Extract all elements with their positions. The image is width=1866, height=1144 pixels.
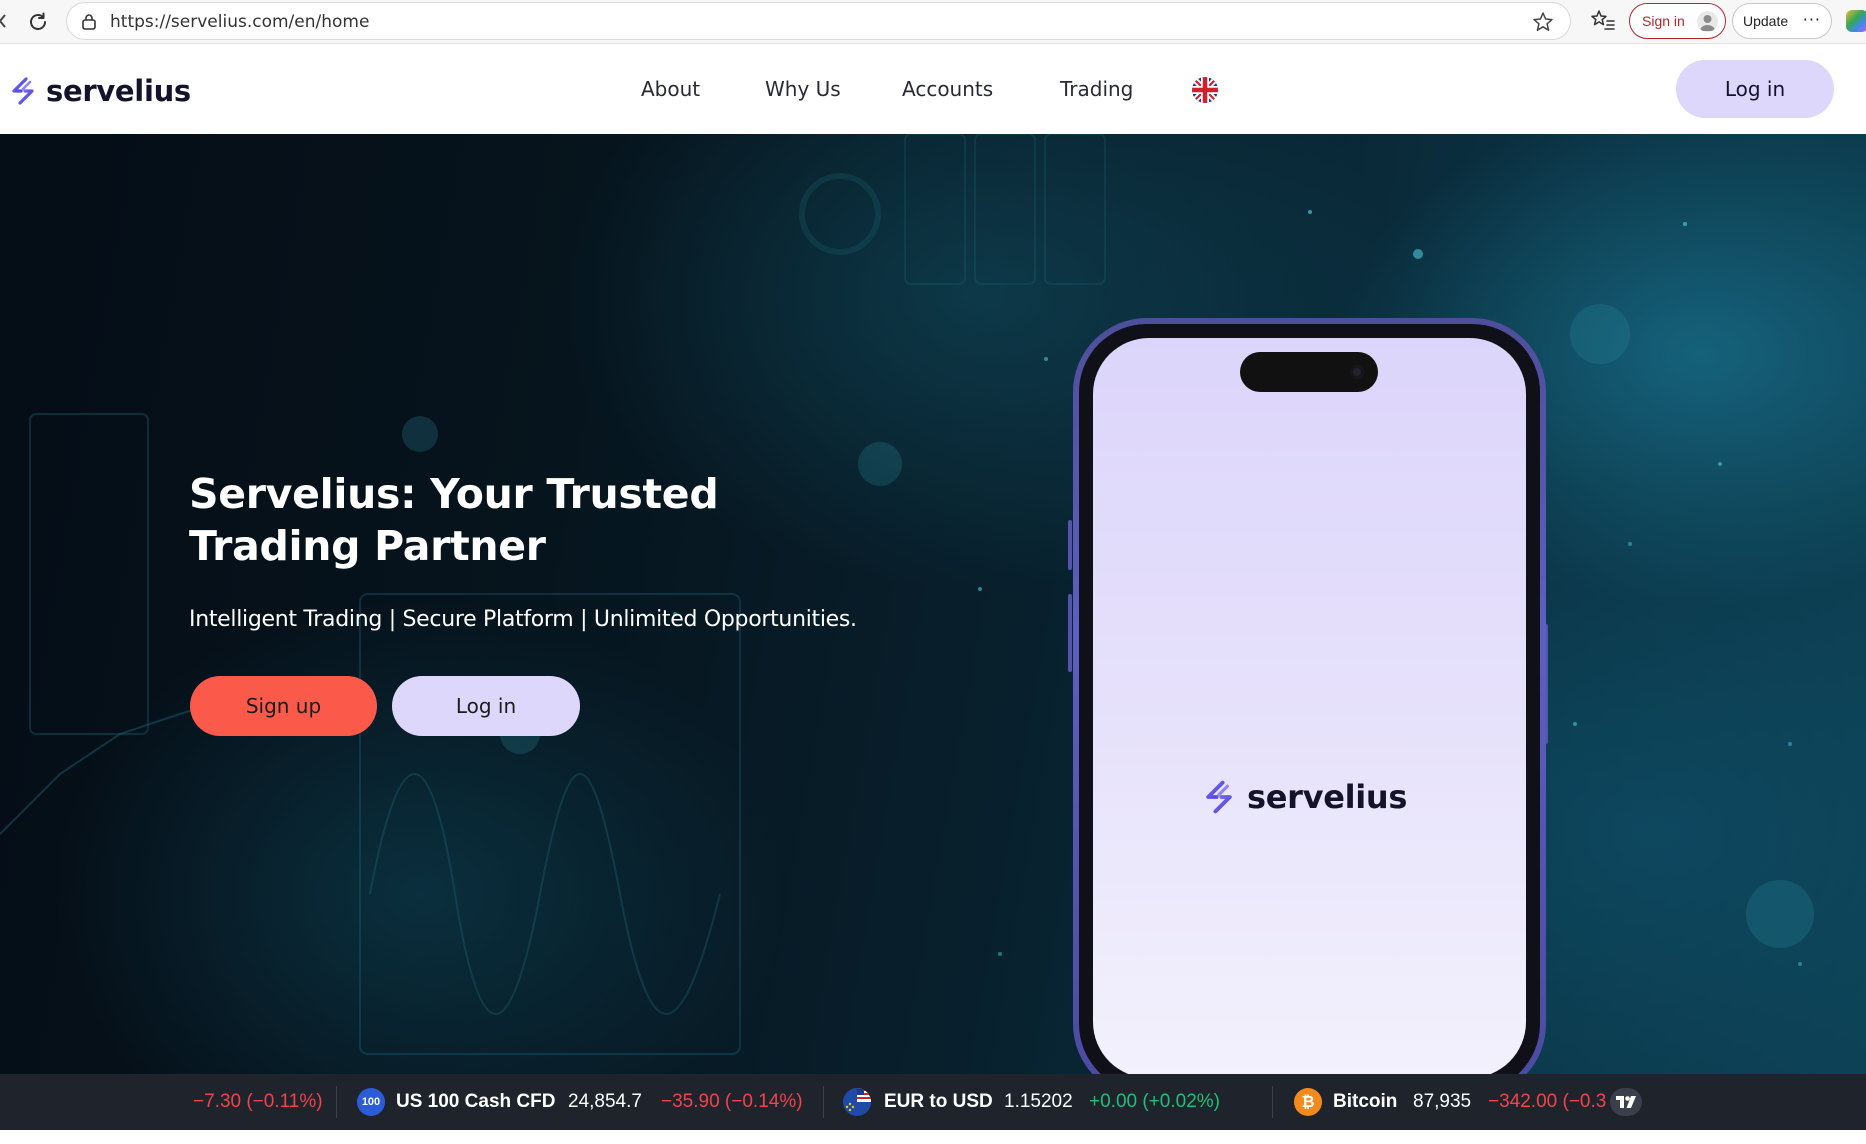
favorite-star-icon[interactable] (1532, 11, 1554, 33)
market-ticker[interactable]: −7.30 (−0.11%) 100 US 100 Cash CFD 24,85… (0, 1074, 1866, 1130)
phone-side-button (1068, 520, 1072, 570)
hero-login-button[interactable]: Log in (392, 676, 580, 736)
browser-toolbar: https://servelius.com/en/home Sign in Up… (0, 0, 1866, 44)
url-text[interactable]: https://servelius.com/en/home (110, 12, 369, 32)
ticker-separator (336, 1086, 337, 1118)
ticker-change: −35.90 (−0.14%) (661, 1091, 803, 1112)
eur-usd-flags-icon (843, 1088, 871, 1116)
ticker-change: −342.00 (−0.3 (1488, 1091, 1607, 1112)
dynamic-island (1240, 352, 1378, 392)
ticker-separator (823, 1086, 824, 1118)
phone-screen: servelius (1093, 338, 1526, 1074)
phone-side-button (1068, 594, 1072, 672)
camera-icon (1350, 365, 1364, 379)
hero-section: Servelius: Your Trusted Trading Partner … (0, 134, 1866, 1074)
bitcoin-icon: ₿ (1294, 1088, 1322, 1116)
us100-icon: 100 (357, 1088, 385, 1116)
favorites-icon[interactable] (1590, 9, 1616, 33)
ticker-name[interactable]: Bitcoin (1333, 1091, 1397, 1113)
browser-update-label: Update (1743, 13, 1789, 29)
ticker-price: 87,935 (1413, 1091, 1472, 1112)
browser-sign-in-label: Sign in (1642, 13, 1685, 29)
back-arrow-icon[interactable] (0, 14, 6, 28)
hero-signup-button[interactable]: Sign up (190, 676, 377, 736)
site-header: servelius About Why Us Accounts Trading … (0, 44, 1866, 134)
phone-brand-logo: servelius (1201, 778, 1407, 816)
ticker-price: 24,854.7 (568, 1091, 642, 1112)
tradingview-icon[interactable] (1610, 1088, 1642, 1116)
hero-background-art (0, 134, 1814, 1062)
us100-icon-text: 100 (361, 1096, 381, 1108)
phone-bezel: servelius (1079, 324, 1540, 1074)
ticker-name[interactable]: US 100 Cash CFD (396, 1091, 555, 1113)
brand-logo[interactable]: servelius (8, 74, 191, 108)
nav-why-us[interactable]: Why Us (765, 77, 841, 101)
servelius-logo-icon (12, 77, 34, 105)
copilot-icon[interactable] (1846, 10, 1866, 32)
brand-name: servelius (46, 74, 191, 108)
reload-icon[interactable] (24, 8, 52, 36)
nav-trading[interactable]: Trading (1060, 77, 1133, 101)
page-bottom-strip (0, 1130, 1866, 1144)
address-bar[interactable]: https://servelius.com/en/home (66, 2, 1571, 40)
header-login-button[interactable]: Log in (1676, 60, 1834, 118)
uk-flag-icon[interactable] (1192, 77, 1218, 103)
phone-brand-name: servelius (1247, 778, 1408, 816)
servelius-logo-icon (1206, 780, 1232, 814)
site-info-icon[interactable] (80, 13, 98, 31)
browser-update-button[interactable]: Update ··· (1732, 3, 1832, 39)
nav-accounts[interactable]: Accounts (902, 77, 993, 101)
hero-subtitle: Intelligent Trading | Secure Platform | … (189, 607, 857, 632)
ticker-separator (1272, 1086, 1273, 1118)
ticker-change: +0.00 (+0.02%) (1089, 1091, 1220, 1112)
ticker-name[interactable]: EUR to USD (884, 1091, 993, 1113)
ticker-change: −7.30 (−0.11%) (193, 1091, 323, 1112)
hero-title: Servelius: Your Trusted Trading Partner (189, 470, 719, 570)
phone-mockup: servelius (1073, 318, 1546, 1074)
ticker-price: 1.15202 (1004, 1091, 1073, 1112)
browser-sign-in-button[interactable]: Sign in (1629, 3, 1726, 39)
nav-about[interactable]: About (641, 77, 700, 101)
profile-avatar-icon (1697, 11, 1718, 32)
more-menu-icon[interactable]: ··· (1803, 10, 1821, 29)
